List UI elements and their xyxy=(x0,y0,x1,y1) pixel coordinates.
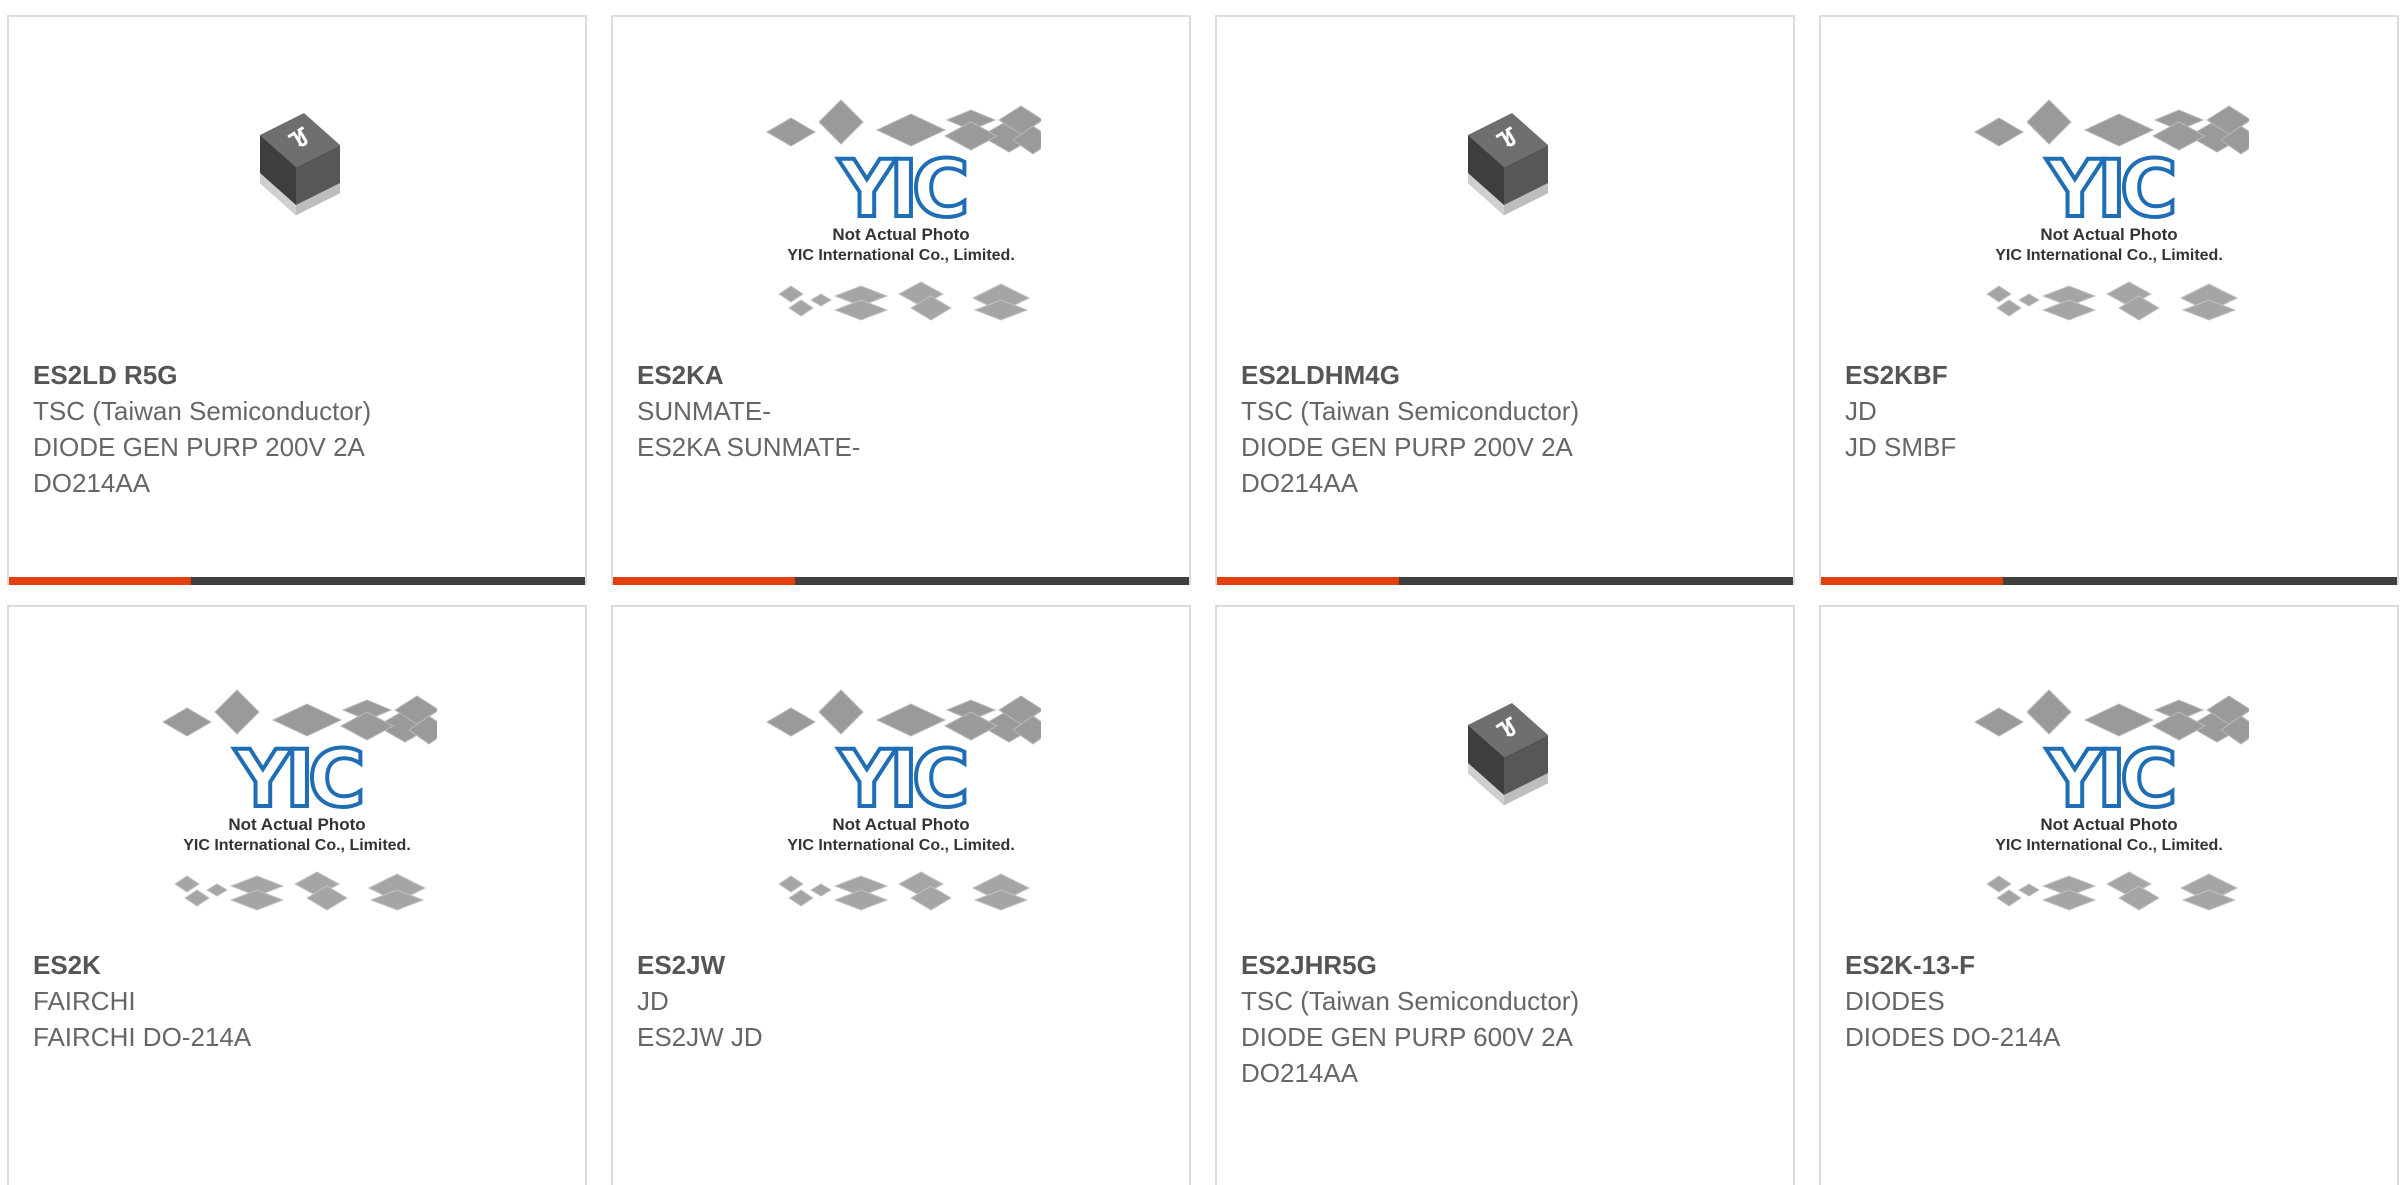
brand-name: TSC (Taiwan Semiconductor) xyxy=(1241,396,1580,426)
company-note: YIC International Co., Limited. xyxy=(183,837,411,854)
placeholder-photo: YIC Not Actual Photo YIC International C… xyxy=(1969,90,2262,345)
not-actual-photo-note: Not Actual Photo xyxy=(832,225,969,244)
company-note: YIC International Co., Limited. xyxy=(1995,837,2223,854)
card-accent-bar xyxy=(9,577,191,585)
part-number-link[interactable]: ES2KA xyxy=(637,357,1169,393)
brand-name: JD xyxy=(1845,396,1877,426)
description-line: DO214AA xyxy=(1241,1058,1359,1088)
description-line: ES2JW JD xyxy=(637,1022,763,1052)
description-line: JD SMBF xyxy=(1845,432,1957,462)
product-info: ES2LD R5G TSC (Taiwan Semiconductor) DIO… xyxy=(33,357,565,501)
product-image[interactable] xyxy=(1217,77,1793,257)
product-image[interactable]: YIC Not Actual Photo YIC International C… xyxy=(1821,92,2397,342)
not-actual-photo-note: Not Actual Photo xyxy=(2040,225,2177,244)
yic-logo-icon: YIC xyxy=(838,735,966,825)
product-info: ES2KBF JD JD SMBF xyxy=(1845,357,2377,465)
description-line: DIODES DO-214A xyxy=(1845,1022,2061,1052)
product-info: ES2JHR5G TSC (Taiwan Semiconductor) DIOD… xyxy=(1241,947,1773,1091)
product-info: ES2K-13-F DIODES DIODES DO-214A xyxy=(1845,947,2377,1055)
product-image[interactable]: YIC Not Actual Photo YIC International C… xyxy=(9,682,585,932)
card-bottom-bar xyxy=(613,577,1189,585)
yic-logo-icon: YIC xyxy=(2046,735,2174,825)
brand-name: TSC (Taiwan Semiconductor) xyxy=(1241,986,1580,1016)
product-info: ES2K FAIRCHI FAIRCHI DO-214A xyxy=(33,947,565,1055)
chip-package-icon xyxy=(1450,695,1560,820)
product-card[interactable]: YIC Not Actual Photo YIC International C… xyxy=(1819,605,2399,1185)
description-line: FAIRCHI DO-214A xyxy=(33,1022,252,1052)
description-line: DO214AA xyxy=(1241,468,1359,498)
card-accent-bar xyxy=(613,577,795,585)
placeholder-photo: YIC Not Actual Photo YIC International C… xyxy=(761,680,1054,935)
product-image[interactable]: YIC Not Actual Photo YIC International C… xyxy=(1821,682,2397,932)
product-image[interactable] xyxy=(9,77,585,257)
product-card[interactable]: ES2JHR5G TSC (Taiwan Semiconductor) DIOD… xyxy=(1215,605,1795,1185)
part-number-link[interactable]: ES2KBF xyxy=(1845,357,2377,393)
product-info: ES2JW JD ES2JW JD xyxy=(637,947,1169,1055)
description-line: ES2KA SUNMATE- xyxy=(637,432,861,462)
yic-logo-icon: YIC xyxy=(838,145,966,235)
placeholder-photo: YIC Not Actual Photo YIC International C… xyxy=(157,680,450,935)
yic-logo-icon: YIC xyxy=(234,735,362,825)
company-note: YIC International Co., Limited. xyxy=(787,837,1015,854)
product-image[interactable] xyxy=(1217,667,1793,847)
card-bottom-bar xyxy=(1821,577,2397,585)
brand-name: SUNMATE- xyxy=(637,396,771,426)
card-bottom-bar xyxy=(9,577,585,585)
description-line: DIODE GEN PURP 200V 2A xyxy=(33,432,365,462)
brand-name: FAIRCHI xyxy=(33,986,136,1016)
description-line: DIODE GEN PURP 600V 2A xyxy=(1241,1022,1573,1052)
not-actual-photo-note: Not Actual Photo xyxy=(228,815,365,834)
part-number-link[interactable]: ES2JW xyxy=(637,947,1169,983)
card-bottom-bar xyxy=(1217,577,1793,585)
chip-package-icon xyxy=(242,105,352,230)
placeholder-photo: YIC Not Actual Photo YIC International C… xyxy=(1969,680,2262,935)
part-number-link[interactable]: ES2LDHM4G xyxy=(1241,357,1773,393)
company-note: YIC International Co., Limited. xyxy=(1995,247,2223,264)
product-card[interactable]: YIC Not Actual Photo YIC International C… xyxy=(611,15,1191,585)
card-accent-bar xyxy=(1217,577,1399,585)
product-grid: ES2LD R5G TSC (Taiwan Semiconductor) DIO… xyxy=(0,0,2400,1185)
product-card[interactable]: ES2LDHM4G TSC (Taiwan Semiconductor) DIO… xyxy=(1215,15,1795,585)
yic-logo-icon: YIC xyxy=(2046,145,2174,235)
product-card[interactable]: YIC Not Actual Photo YIC International C… xyxy=(1819,15,2399,585)
not-actual-photo-note: Not Actual Photo xyxy=(2040,815,2177,834)
product-info: ES2KA SUNMATE- ES2KA SUNMATE- xyxy=(637,357,1169,465)
card-accent-bar xyxy=(1821,577,2003,585)
product-image[interactable]: YIC Not Actual Photo YIC International C… xyxy=(613,92,1189,342)
brand-name: TSC (Taiwan Semiconductor) xyxy=(33,396,372,426)
description-line: DO214AA xyxy=(33,468,151,498)
product-info: ES2LDHM4G TSC (Taiwan Semiconductor) DIO… xyxy=(1241,357,1773,501)
brand-name: DIODES xyxy=(1845,986,1945,1016)
part-number-link[interactable]: ES2JHR5G xyxy=(1241,947,1773,983)
part-number-link[interactable]: ES2K xyxy=(33,947,565,983)
brand-name: JD xyxy=(637,986,669,1016)
placeholder-photo: YIC Not Actual Photo YIC International C… xyxy=(761,90,1054,345)
part-number-link[interactable]: ES2LD R5G xyxy=(33,357,565,393)
description-line: DIODE GEN PURP 200V 2A xyxy=(1241,432,1573,462)
part-number-link[interactable]: ES2K-13-F xyxy=(1845,947,2377,983)
product-image[interactable]: YIC Not Actual Photo YIC International C… xyxy=(613,682,1189,932)
chip-package-icon xyxy=(1450,105,1560,230)
company-note: YIC International Co., Limited. xyxy=(787,247,1015,264)
product-card[interactable]: YIC Not Actual Photo YIC International C… xyxy=(611,605,1191,1185)
product-card[interactable]: ES2LD R5G TSC (Taiwan Semiconductor) DIO… xyxy=(7,15,587,585)
not-actual-photo-note: Not Actual Photo xyxy=(832,815,969,834)
product-card[interactable]: YIC Not Actual Photo YIC International C… xyxy=(7,605,587,1185)
